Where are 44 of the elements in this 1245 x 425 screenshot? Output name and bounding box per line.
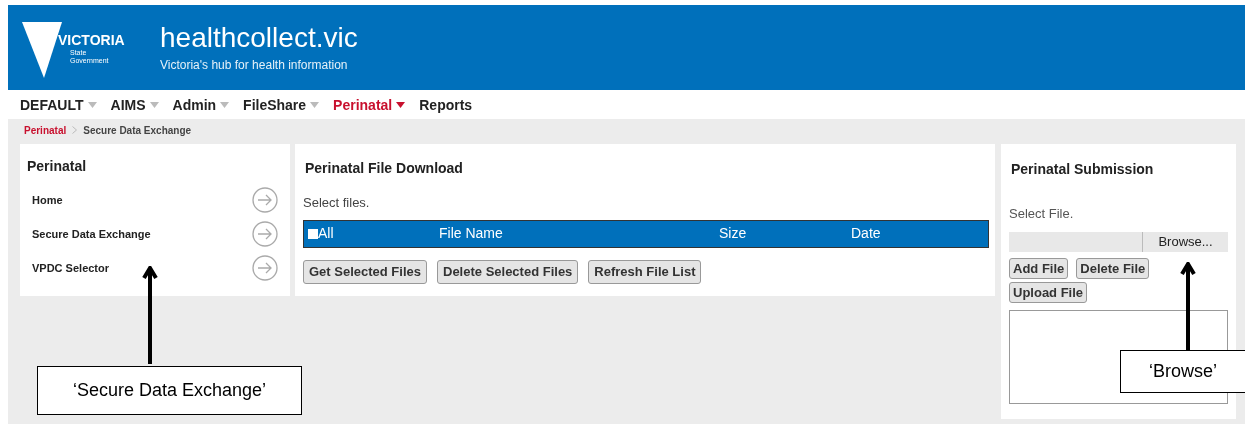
panel-hint: Select File.: [1009, 205, 1075, 223]
breadcrumb-current: Secure Data Exchange: [83, 123, 192, 138]
menu-item[interactable]: Admin: [172, 94, 230, 116]
arrow-circle-icon[interactable]: [252, 187, 278, 213]
menu-item[interactable]: DEFAULT: [20, 94, 97, 116]
logo-word: VICTORIA: [58, 32, 125, 47]
action-button[interactable]: Delete Selected Files: [437, 259, 579, 284]
breadcrumb-link[interactable]: Perinatal: [24, 122, 67, 138]
column-header: File Name: [439, 225, 503, 241]
arrow-circle-icon[interactable]: [252, 221, 278, 247]
column-header: All: [318, 224, 334, 243]
action-button[interactable]: Get Selected Files: [303, 259, 427, 284]
action-button[interactable]: Delete File: [1076, 257, 1150, 279]
caret-icon: [220, 102, 230, 108]
action-button[interactable]: Add File: [1009, 257, 1069, 279]
panel-title: Perinatal File Download: [305, 159, 464, 178]
sidebar-link[interactable]: Secure Data Exchange: [32, 225, 151, 243]
site-title: healthcollect.vic: [160, 21, 358, 54]
callout-box: ‘Browse’: [1120, 350, 1245, 393]
column-header: Date: [851, 225, 881, 241]
action-button[interactable]: Upload File: [1009, 281, 1088, 303]
browse-button[interactable]: Browse...: [1142, 231, 1228, 252]
file-path-field[interactable]: [1009, 231, 1142, 252]
site-subtitle: Victoria's hub for health information: [160, 56, 349, 74]
sidebar-link[interactable]: VPDC Selector: [32, 259, 110, 277]
menu-item[interactable]: AIMS: [110, 94, 159, 116]
caret-icon: [396, 102, 406, 108]
sidebar-link[interactable]: Home: [32, 191, 63, 209]
action-button[interactable]: Refresh File List: [588, 259, 702, 284]
caret-icon: [149, 102, 159, 108]
caret-icon: [310, 102, 320, 108]
chevron-icon: [72, 126, 78, 134]
file-list-box[interactable]: [1009, 309, 1228, 404]
callout-box: ‘Secure Data Exchange’: [37, 366, 302, 415]
checkbox[interactable]: [308, 228, 318, 239]
arrow-circle-icon[interactable]: [252, 255, 278, 281]
menu-item[interactable]: FileShare: [243, 94, 320, 116]
caret-icon: [87, 102, 97, 108]
menu-item[interactable]: Perinatal: [333, 94, 406, 116]
column-header: Size: [719, 225, 747, 241]
panel-title: Perinatal Submission: [1011, 160, 1155, 179]
menu-item[interactable]: Reports: [419, 94, 473, 116]
panel-hint: Select files.: [303, 194, 371, 212]
sidebar-title: Perinatal: [27, 157, 88, 176]
